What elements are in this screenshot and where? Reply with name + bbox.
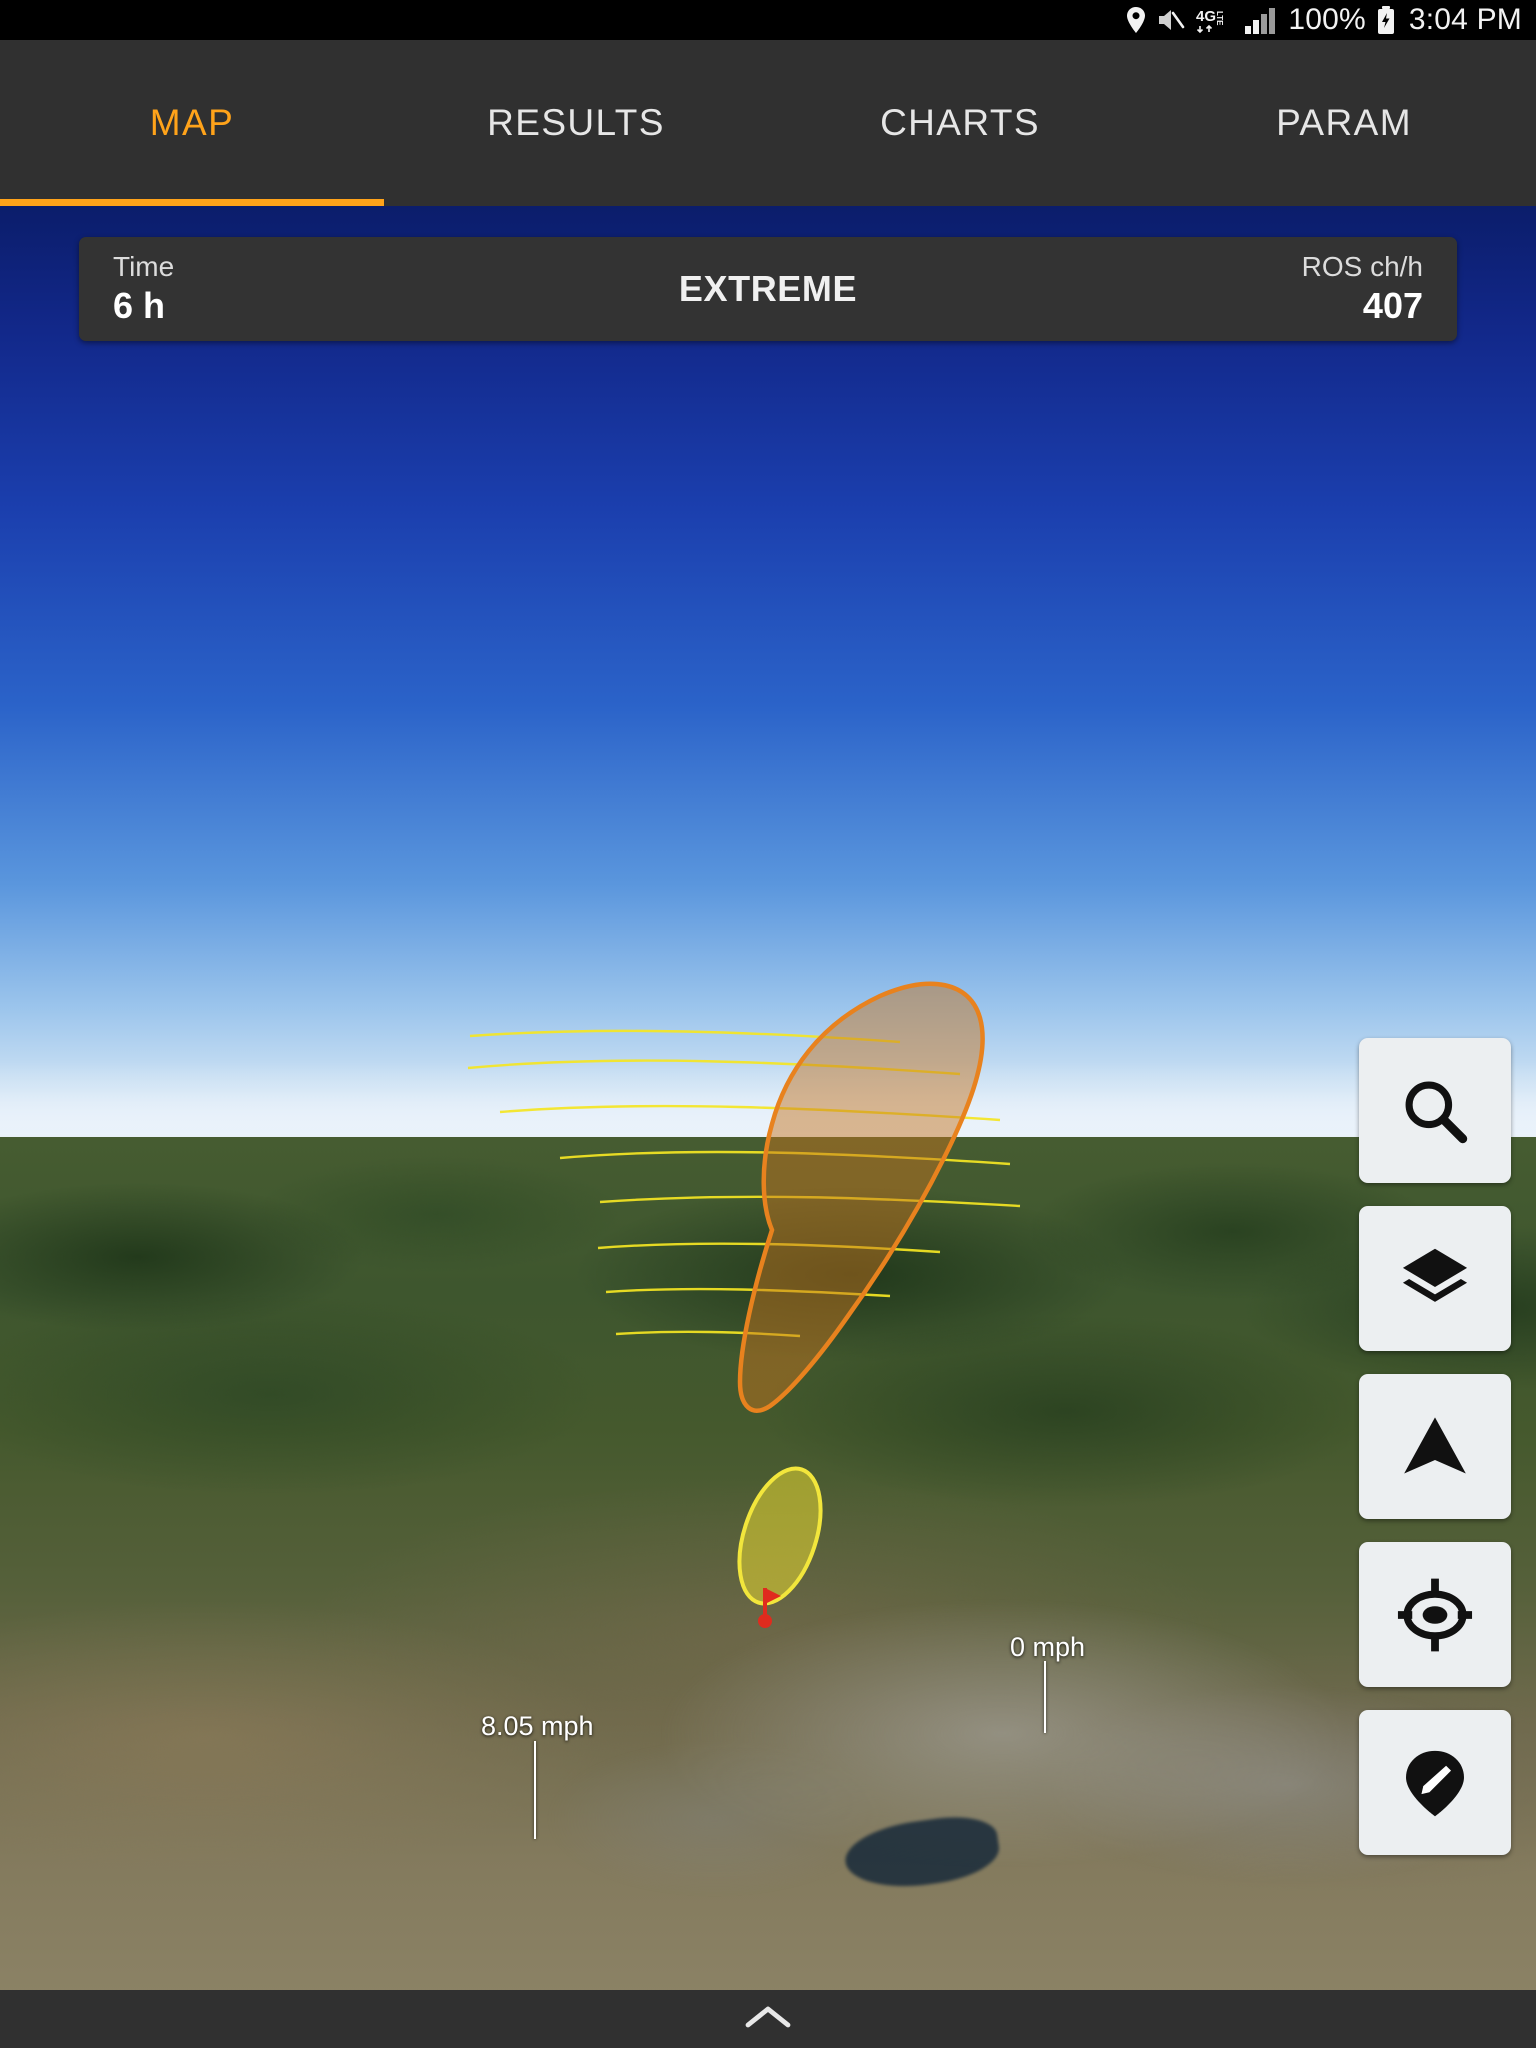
layers-icon bbox=[1396, 1242, 1474, 1316]
signal-bars-icon bbox=[1245, 6, 1277, 34]
svg-text:LTE: LTE bbox=[1215, 11, 1224, 26]
tab-charts-label: CHARTS bbox=[880, 102, 1040, 143]
tab-map-label: MAP bbox=[149, 102, 235, 143]
tab-map[interactable]: MAP bbox=[0, 40, 384, 206]
wind-barb-stick-1 bbox=[534, 1741, 536, 1839]
app-screen: 4G LTE 100% 3:04 PM MAP RESULTS CHARTS P… bbox=[0, 0, 1536, 2048]
status-bar: 4G LTE 100% 3:04 PM bbox=[0, 0, 1536, 40]
tab-results[interactable]: RESULTS bbox=[384, 40, 768, 206]
search-icon bbox=[1398, 1074, 1472, 1148]
tab-bar: MAP RESULTS CHARTS PARAM bbox=[0, 40, 1536, 206]
layers-button[interactable] bbox=[1359, 1206, 1511, 1351]
location-pin-icon bbox=[1126, 7, 1146, 33]
svg-text:4G: 4G bbox=[1196, 8, 1216, 25]
wind-speed-label-0: 0 mph bbox=[1010, 1632, 1086, 1662]
tab-param-label: PARAM bbox=[1276, 102, 1412, 143]
search-button[interactable] bbox=[1359, 1038, 1511, 1183]
battery-charging-icon bbox=[1377, 6, 1395, 34]
marker-edit-icon bbox=[1398, 1744, 1472, 1822]
navigation-arrow-icon bbox=[1396, 1410, 1474, 1484]
my-location-button[interactable] bbox=[1359, 1542, 1511, 1687]
battery-percent-label: 100% bbox=[1288, 3, 1366, 36]
bottom-bar[interactable] bbox=[0, 1990, 1536, 2048]
wind-barb-stick-0 bbox=[1044, 1661, 1046, 1733]
volume-muted-icon bbox=[1157, 8, 1185, 32]
simulation-info-panel: Time 6 h EXTREME ROS ch/h 407 bbox=[79, 237, 1457, 341]
fire-perimeter-outer bbox=[737, 981, 985, 1413]
time-label: Time bbox=[113, 251, 175, 283]
tab-results-label: RESULTS bbox=[487, 102, 665, 143]
ros-block: ROS ch/h 407 bbox=[1243, 251, 1423, 326]
navigation-button[interactable] bbox=[1359, 1374, 1511, 1519]
marker-edit-button[interactable] bbox=[1359, 1710, 1511, 1855]
fire-perimeter-inner bbox=[737, 1466, 823, 1606]
ros-value: 407 bbox=[1362, 284, 1423, 326]
clock-label: 3:04 PM bbox=[1408, 3, 1522, 36]
fire-simulation-overlay bbox=[467, 981, 1021, 1628]
tab-param[interactable]: PARAM bbox=[1152, 40, 1536, 206]
tab-charts[interactable]: CHARTS bbox=[768, 40, 1152, 206]
map-controls bbox=[1359, 1038, 1511, 1855]
map-view[interactable]: 0 mph 8.05 mph bbox=[0, 206, 1536, 1990]
wind-speed-label-1: 8.05 mph bbox=[481, 1711, 594, 1741]
4g-lte-icon: 4G LTE bbox=[1196, 6, 1234, 34]
chevron-up-icon[interactable] bbox=[744, 2003, 792, 2036]
time-block: Time 6 h bbox=[113, 251, 293, 326]
time-value: 6 h bbox=[113, 284, 166, 326]
severity-badge: EXTREME bbox=[678, 268, 858, 309]
my-location-icon bbox=[1396, 1576, 1474, 1654]
ros-label: ROS ch/h bbox=[1301, 251, 1423, 283]
